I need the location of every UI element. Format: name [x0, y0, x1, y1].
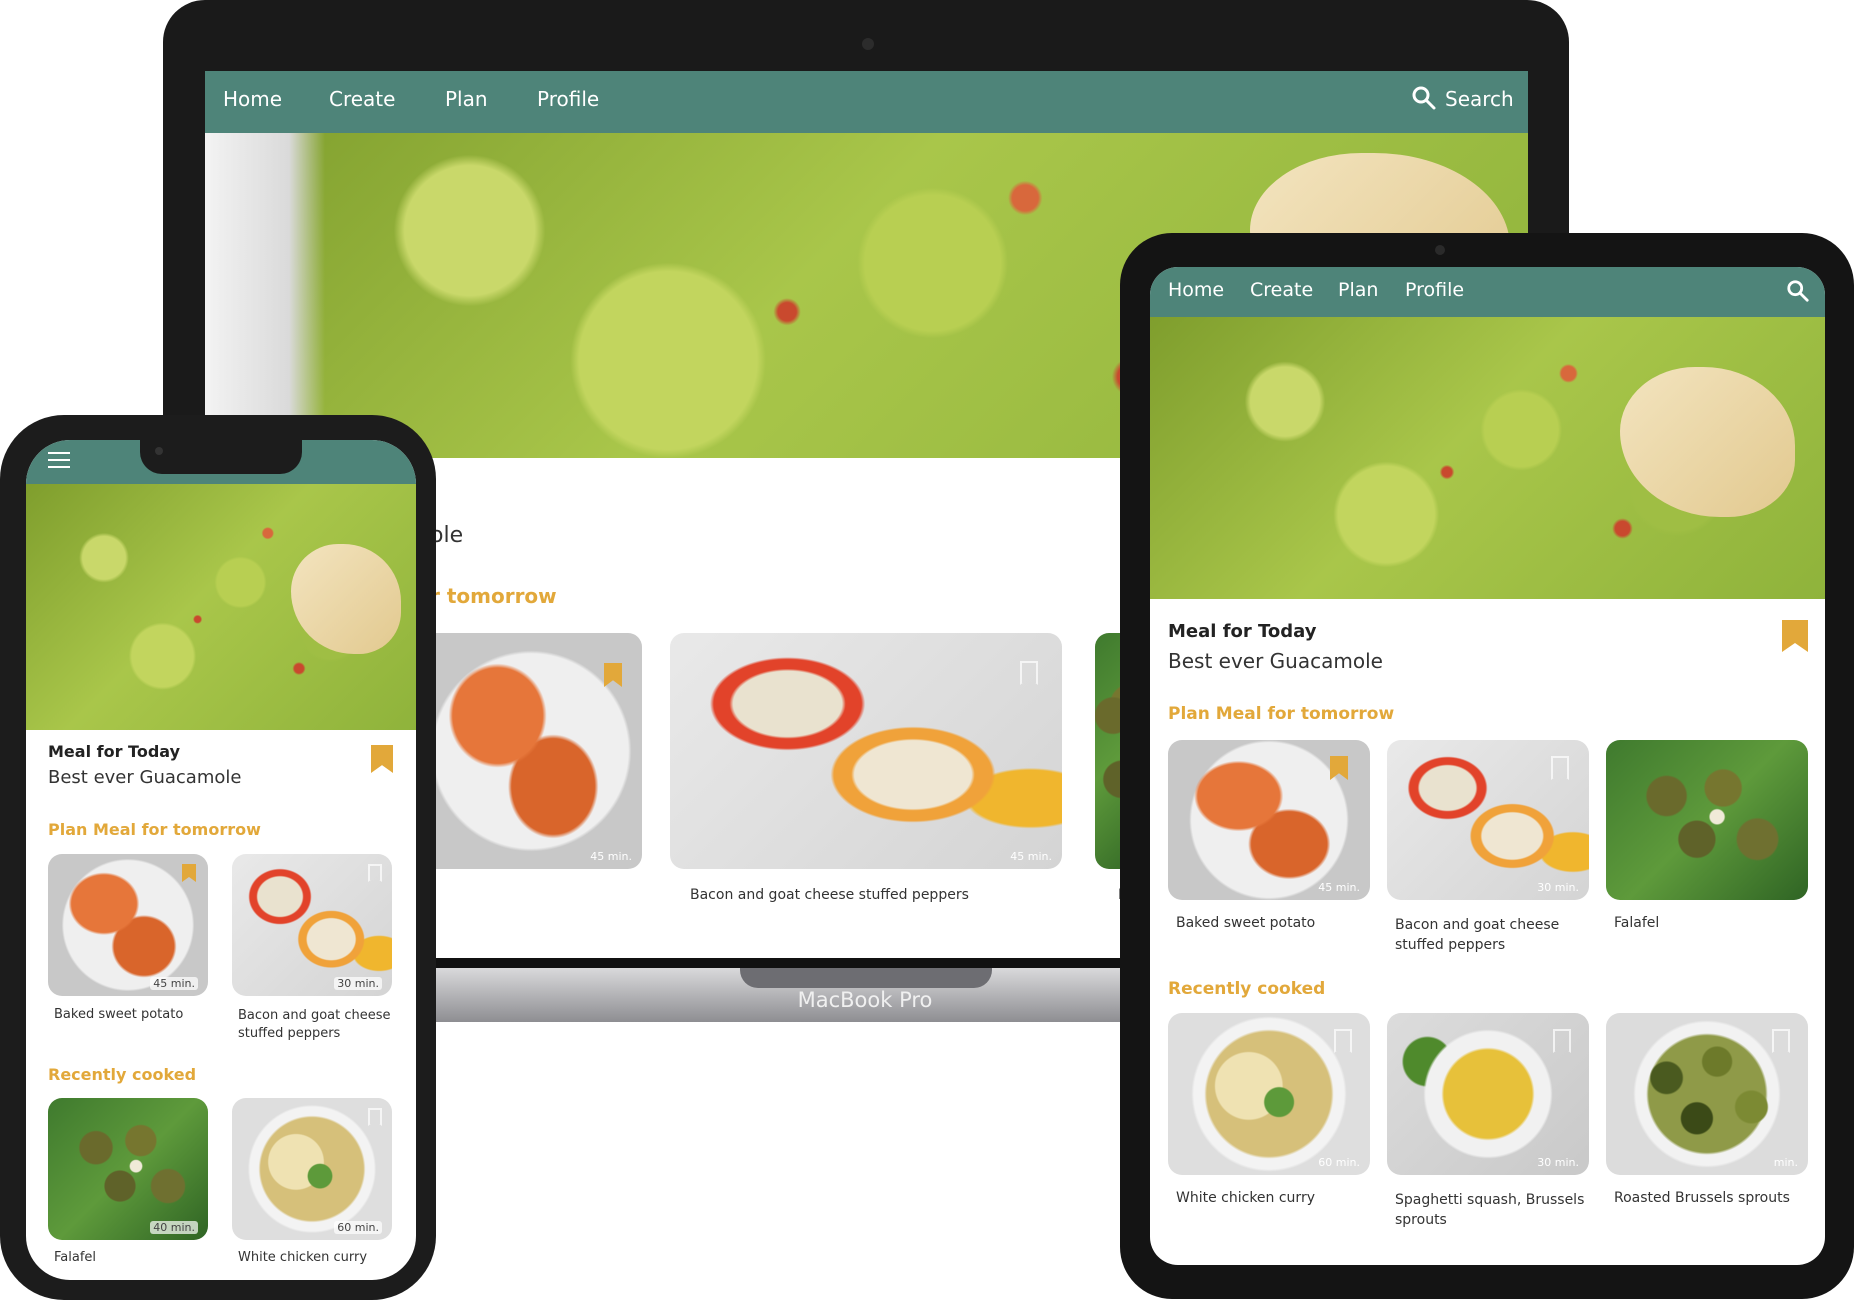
recipe-card-curry[interactable]: 60 min. — [1168, 1013, 1370, 1175]
phone-screen: Meal for Today Best ever Guacamole Plan … — [26, 440, 416, 1280]
bookmark-icon[interactable] — [1551, 756, 1569, 780]
nav-profile[interactable]: Profile — [1405, 279, 1464, 301]
chip-image — [291, 544, 401, 654]
bookmark-icon[interactable] — [1782, 620, 1808, 652]
nav-plan[interactable]: Plan — [1338, 279, 1378, 301]
hero-image — [1150, 317, 1825, 599]
search-button[interactable]: Search — [1411, 85, 1514, 116]
plan-heading: r tomorrow — [430, 584, 557, 608]
plan-heading: Plan Meal for tomorrow — [48, 820, 261, 839]
card-title: Bacon and goat cheese stuffed peppers — [1395, 917, 1560, 953]
tablet-nav-bar: Home Create Plan Profile — [1150, 267, 1825, 317]
recipe-card-falafel[interactable] — [1606, 740, 1808, 900]
recent-heading: Recently cooked — [48, 1065, 197, 1084]
card-title: Bacon and goat cheese stuffed peppers — [690, 887, 969, 903]
chip-image — [1620, 367, 1795, 517]
recipe-card-brussels[interactable]: min. — [1606, 1013, 1808, 1175]
nav-plan[interactable]: Plan — [445, 87, 488, 111]
bookmark-icon[interactable] — [371, 745, 393, 773]
card-title: White chicken curry — [238, 1250, 368, 1265]
recipe-card-curry[interactable]: 60 min. — [232, 1098, 392, 1240]
card-title: Falafel — [54, 1250, 97, 1265]
time-badge: 45 min. — [150, 977, 198, 990]
search-icon — [1412, 86, 1436, 110]
tablet-camera-icon — [1435, 245, 1445, 255]
nav-home[interactable]: Home — [1168, 279, 1224, 301]
recipe-card-squash[interactable]: 30 min. — [1387, 1013, 1589, 1175]
bookmark-icon[interactable] — [1330, 756, 1348, 780]
time-badge: 60 min. — [334, 1221, 382, 1234]
search-label: Search — [1445, 87, 1514, 111]
recipe-card-sweet-potato[interactable]: 45 min. — [48, 854, 208, 996]
tablet-screen: Home Create Plan Profile Meal for Today … — [1150, 267, 1825, 1265]
recent-heading: Recently cooked — [1168, 979, 1326, 999]
card-title: Roasted Brussels sprouts — [1614, 1190, 1790, 1206]
bookmark-icon[interactable] — [368, 1108, 382, 1126]
nav-home[interactable]: Home — [223, 87, 282, 111]
time-badge: 40 min. — [150, 1221, 198, 1234]
hero-image — [26, 484, 416, 730]
recipe-card-sweet-potato[interactable]: 45 min. — [1168, 740, 1370, 900]
card-title: Baked sweet potato — [54, 1007, 184, 1022]
meal-title: Best ever Guacamole — [1168, 649, 1383, 673]
nav-create[interactable]: Create — [1250, 279, 1313, 301]
card-title: White chicken curry — [1176, 1190, 1315, 1206]
laptop-hinge — [740, 968, 992, 988]
card-title: Falafel — [1614, 915, 1660, 931]
time-badge: 45 min. — [1010, 850, 1052, 863]
time-badge: min. — [1773, 1156, 1798, 1169]
meal-title: Best ever Guacamole — [48, 767, 242, 788]
camera-icon — [862, 38, 874, 50]
bookmark-icon[interactable] — [182, 864, 196, 882]
bookmark-icon[interactable] — [604, 663, 622, 687]
recipe-card-peppers[interactable]: 30 min. — [232, 854, 392, 996]
time-badge: 30 min. — [334, 977, 382, 990]
bookmark-icon[interactable] — [1772, 1029, 1790, 1053]
recipe-card-peppers[interactable]: 30 min. — [1387, 740, 1589, 900]
card-title: Baked sweet potato — [1176, 915, 1316, 931]
meal-label: Meal for Today — [1168, 621, 1317, 642]
recipe-card-peppers[interactable]: 45 min. — [670, 633, 1062, 869]
bowl-edge — [205, 133, 325, 458]
time-badge: 60 min. — [1318, 1156, 1360, 1169]
nav-create[interactable]: Create — [329, 87, 395, 111]
plan-heading: Plan Meal for tomorrow — [1168, 704, 1395, 724]
card-title: Spaghetti squash, Brussels sprouts — [1395, 1192, 1585, 1228]
phone-notch — [140, 440, 302, 474]
nav-profile[interactable]: Profile — [537, 87, 599, 111]
phone-camera-icon — [155, 447, 163, 455]
bookmark-icon[interactable] — [1553, 1029, 1571, 1053]
card-title: Bacon and goat cheese stuffed peppers — [238, 1008, 391, 1041]
recipe-card-sweet-potato[interactable]: 45 min. — [420, 633, 642, 869]
time-badge: 45 min. — [1318, 881, 1360, 894]
laptop-nav-bar: Home Create Plan Profile Search — [205, 71, 1528, 133]
bookmark-icon[interactable] — [368, 864, 382, 882]
menu-icon[interactable] — [48, 452, 70, 468]
meal-label: Meal for Today — [48, 742, 181, 761]
search-icon[interactable] — [1786, 279, 1810, 303]
time-badge: 30 min. — [1537, 1156, 1579, 1169]
recipe-card-falafel[interactable]: 40 min. — [48, 1098, 208, 1240]
bookmark-icon[interactable] — [1334, 1029, 1352, 1053]
time-badge: 45 min. — [590, 850, 632, 863]
bookmark-icon[interactable] — [1020, 661, 1038, 685]
time-badge: 30 min. — [1537, 881, 1579, 894]
